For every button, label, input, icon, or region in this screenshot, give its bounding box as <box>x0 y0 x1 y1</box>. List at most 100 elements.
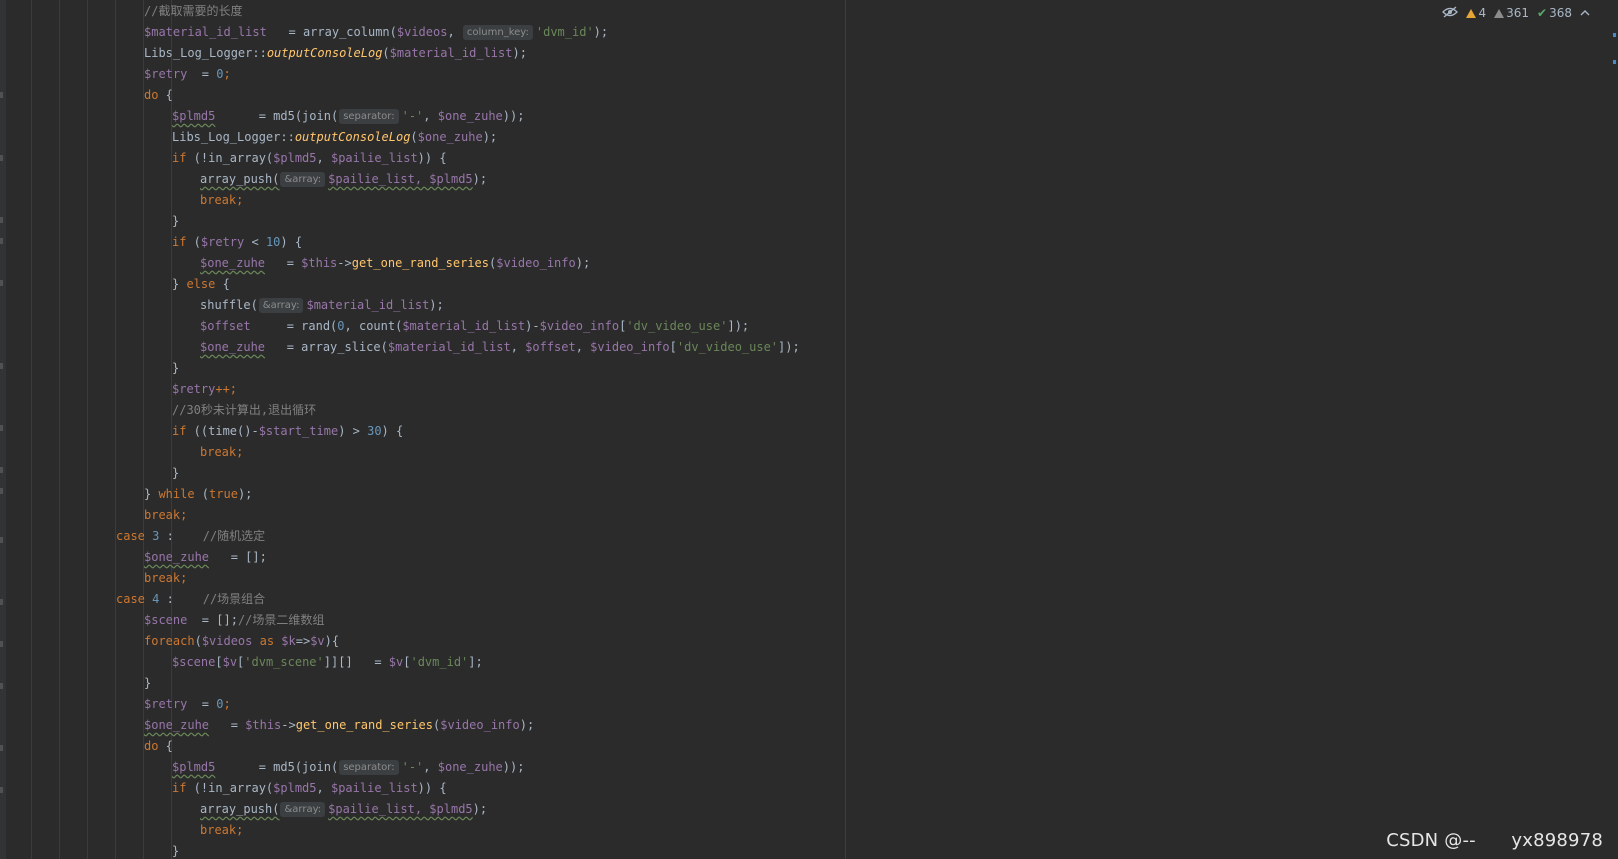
fold-marker[interactable] <box>0 217 3 223</box>
code-line[interactable]: break; <box>200 442 243 463</box>
code-token: true <box>209 487 238 501</box>
code-line[interactable]: break; <box>200 820 243 841</box>
code-line[interactable]: $one_zuhe = array_slice($material_id_lis… <box>200 337 800 358</box>
code-line[interactable]: $plmd5 = md5(join(separator: '-', $one_zu… <box>172 757 524 778</box>
code-token: ]; <box>468 655 483 669</box>
reader-mode-icon[interactable] <box>1442 6 1459 21</box>
code-token: ++; <box>215 382 238 396</box>
code-line[interactable]: $offset = rand(0, count($material_id_lis… <box>200 316 749 337</box>
code-token: $video_info <box>590 340 670 354</box>
code-line[interactable]: Libs_Log_Logger::outputConsoleLog($mater… <box>144 43 527 64</box>
fold-marker[interactable] <box>0 683 3 689</box>
code-token: = <box>265 256 302 270</box>
code-line[interactable]: $scene[$v['dvm_scene']][] = $v['dvm_id']… <box>172 652 483 673</box>
code-line[interactable]: } while (true); <box>144 484 252 505</box>
code-line[interactable]: $one_zuhe = $this->get_one_rand_series($… <box>200 253 590 274</box>
code-token: (!in_array( <box>186 781 274 795</box>
code-token: $v <box>310 634 325 648</box>
code-token: = array_column( <box>266 25 397 39</box>
code-line[interactable]: $scene = [];//场景二维数组 <box>144 610 324 631</box>
code-line[interactable]: shuffle(&array: $material_id_list); <box>200 295 444 316</box>
fold-marker[interactable] <box>0 280 3 286</box>
code-line[interactable]: if (!in_array($plmd5, $pailie_list)) { <box>172 148 447 169</box>
code-token: //30秒未计算出,退出循环 <box>172 403 317 417</box>
code-token: $one_zuhe <box>437 760 503 774</box>
code-token: ( <box>410 130 418 144</box>
code-line[interactable]: } <box>172 211 179 232</box>
code-line[interactable]: } <box>144 673 151 694</box>
code-line[interactable]: $retry = 0; <box>144 694 231 715</box>
code-token: $material_id_list <box>402 319 526 333</box>
csdn-watermark: CSDN @-- yx898978 <box>1386 830 1603 851</box>
fold-marker[interactable] <box>0 155 3 161</box>
code-token: = []; <box>209 550 267 564</box>
code-token: $videos <box>201 634 253 648</box>
code-token: , count( <box>344 319 403 333</box>
code-token: , <box>423 760 438 774</box>
code-token: $plmd5 <box>172 760 216 774</box>
code-line[interactable]: } <box>172 463 179 484</box>
code-token: $retry <box>200 235 245 249</box>
code-line[interactable]: if ((time()-$start_time) > 30) { <box>172 421 403 442</box>
code-line[interactable]: do { <box>144 85 173 106</box>
fold-marker[interactable] <box>0 238 3 244</box>
scrollbar-marker[interactable] <box>1613 33 1616 37</box>
code-line[interactable]: $plmd5 = md5(join(separator: '-', $one_zu… <box>172 106 524 127</box>
fold-marker[interactable] <box>0 92 3 98</box>
code-token: ); <box>429 298 444 312</box>
fold-marker[interactable] <box>0 745 3 751</box>
weak-warnings-indicator[interactable]: 361 <box>1494 6 1529 20</box>
code-token: (!in_array( <box>186 151 274 165</box>
code-line[interactable]: Libs_Log_Logger::outputConsoleLog($one_z… <box>172 127 497 148</box>
code-line[interactable]: $one_zuhe = []; <box>144 547 267 568</box>
code-editor[interactable]: //截取需要的长度 $material_id_list = array_colum… <box>0 0 1618 859</box>
code-line[interactable]: //30秒未计算出,退出循环 <box>172 400 316 421</box>
warnings-indicator[interactable]: 4 <box>1466 6 1486 20</box>
code-line[interactable]: } <box>172 841 179 859</box>
code-line[interactable]: $retry = 0; <box>144 64 231 85</box>
code-token: else <box>186 277 216 291</box>
fold-marker[interactable] <box>0 467 3 473</box>
code-token: $retry <box>144 67 188 81</box>
code-token: { <box>158 88 173 102</box>
fold-marker[interactable] <box>0 787 3 793</box>
code-token: = array_slice( <box>265 340 388 354</box>
code-line[interactable]: foreach($videos as $k=>$v){ <box>144 631 339 652</box>
code-line[interactable]: } <box>172 358 179 379</box>
chevron-up-icon[interactable] <box>1580 6 1590 20</box>
inspection-widget[interactable]: 4 361 ✔ 368 <box>1442 4 1590 22</box>
code-token: break; <box>144 508 188 522</box>
code-token: Libs_Log_Logger:: <box>172 130 295 144</box>
typos-indicator[interactable]: ✔ 368 <box>1537 6 1572 20</box>
code-line[interactable]: array_push(&array: $pailie_list, $plmd5); <box>200 169 487 190</box>
fold-marker[interactable] <box>0 363 3 369</box>
code-token: = []; <box>187 613 238 627</box>
code-line[interactable]: array_push(&array: $pailie_list, $plmd5); <box>200 799 487 820</box>
code-token: //场景组合 <box>202 592 266 606</box>
code-line[interactable]: if (!in_array($plmd5, $pailie_list)) { <box>172 778 447 799</box>
code-line[interactable]: $material_id_list = array_column($videos… <box>144 22 608 43</box>
code-token: 0 <box>216 697 224 711</box>
code-token: 'dvm_scene' <box>244 655 324 669</box>
code-line[interactable]: $one_zuhe = $this->get_one_rand_series($… <box>144 715 534 736</box>
code-line[interactable]: } else { <box>172 274 230 295</box>
code-token: ( <box>186 235 201 249</box>
code-line[interactable]: if ($retry < 10) { <box>172 232 302 253</box>
code-line[interactable]: break; <box>144 505 187 526</box>
fold-marker[interactable] <box>0 599 3 605</box>
scrollbar-marker[interactable] <box>1613 60 1616 64</box>
fold-marker[interactable] <box>0 641 3 647</box>
fold-marker[interactable] <box>0 488 3 494</box>
code-line[interactable]: case 4 : //场景组合 <box>116 589 265 610</box>
code-token: ); <box>512 46 527 60</box>
code-line[interactable]: break; <box>200 190 243 211</box>
code-token: )); <box>502 109 525 123</box>
fold-marker[interactable] <box>0 425 3 431</box>
code-line[interactable]: case 3 : //随机选定 <box>116 526 265 547</box>
code-line[interactable]: //截取需要的长度 <box>144 1 242 22</box>
code-line[interactable]: do { <box>144 736 173 757</box>
code-line[interactable]: $retry++; <box>172 379 237 400</box>
fold-marker[interactable] <box>0 537 3 543</box>
code-line[interactable]: break; <box>144 568 187 589</box>
code-token: } <box>172 214 180 228</box>
